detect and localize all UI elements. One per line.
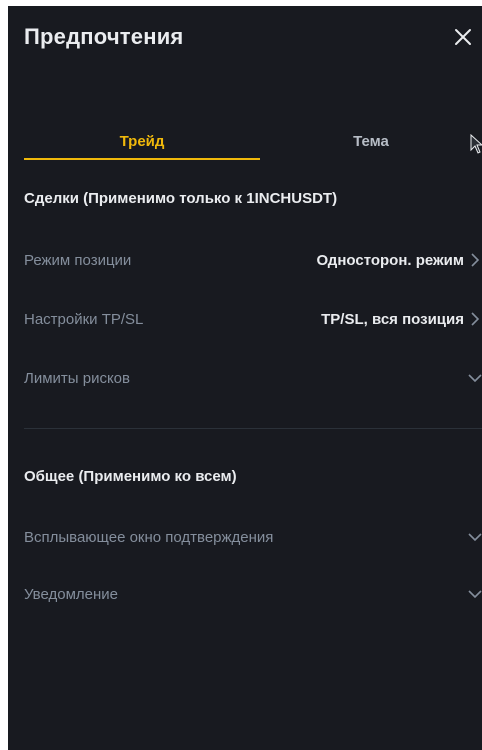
chevron-right-icon — [468, 253, 482, 267]
notification-row[interactable]: Уведомление — [24, 580, 482, 608]
position-mode-row[interactable]: Режим позиции Односторон. режим — [24, 246, 482, 274]
tab-trade[interactable]: Трейд — [24, 124, 260, 160]
tab-theme[interactable]: Тема — [260, 124, 482, 158]
risk-limits-row[interactable]: Лимиты рисков — [24, 364, 482, 392]
panel-title: Предпочтения — [24, 24, 184, 49]
confirmation-popup-label: Всплывающее окно подтверждения — [24, 528, 274, 546]
trades-section-title: Сделки (Применимо только к 1INCHUSDT) — [24, 190, 338, 207]
close-button[interactable] — [448, 22, 478, 52]
tpsl-settings-row[interactable]: Настройки TP/SL TP/SL, вся позиция — [24, 305, 482, 333]
chevron-down-icon — [468, 371, 482, 385]
general-section-title: Общее (Применимо ко всем) — [24, 468, 237, 485]
tpsl-settings-value: TP/SL, вся позиция — [321, 310, 464, 328]
notification-label: Уведомление — [24, 585, 119, 603]
mouse-cursor-icon — [470, 134, 482, 154]
tab-bar: Трейд Тема — [24, 124, 482, 160]
chevron-down-icon — [468, 587, 482, 601]
chevron-right-icon — [468, 312, 482, 326]
risk-limits-label: Лимиты рисков — [24, 369, 130, 387]
position-mode-value: Односторон. режим — [316, 251, 464, 269]
preferences-panel: Предпочтения Трейд Тема Сделки (Применим… — [8, 6, 482, 750]
close-icon[interactable] — [453, 27, 473, 47]
chevron-down-icon — [468, 530, 482, 544]
position-mode-label: Режим позиции — [24, 251, 132, 269]
confirmation-popup-row[interactable]: Всплывающее окно подтверждения — [24, 523, 482, 551]
section-divider — [24, 428, 482, 429]
tpsl-settings-label: Настройки TP/SL — [24, 310, 144, 328]
